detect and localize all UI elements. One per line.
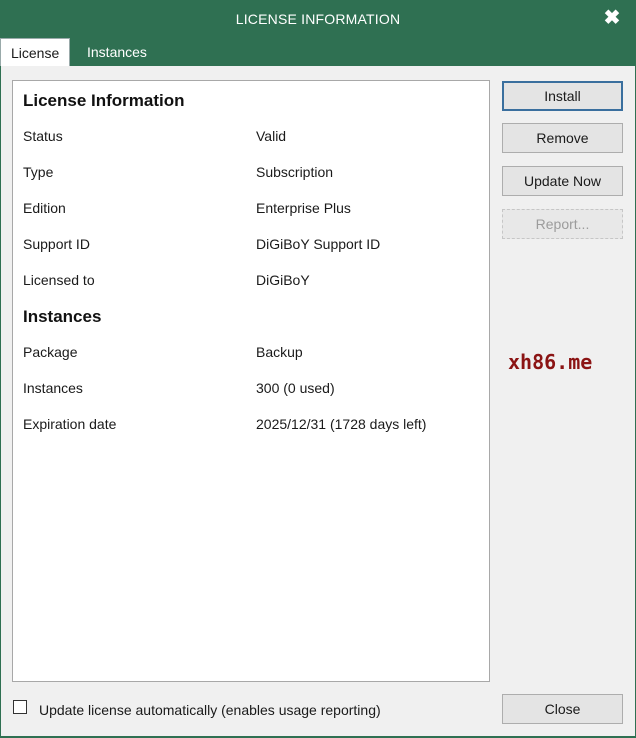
update-now-button[interactable]: Update Now bbox=[502, 166, 623, 196]
expiration-date-label: Expiration date bbox=[23, 416, 117, 432]
package-value: Backup bbox=[256, 344, 303, 360]
watermark-text: xh86.me bbox=[508, 350, 593, 374]
edition-value: Enterprise Plus bbox=[256, 200, 351, 216]
tab-strip: License Instances bbox=[0, 38, 636, 67]
dialog-body: License Information Status Valid Type Su… bbox=[0, 66, 636, 736]
close-icon[interactable]: ✖ bbox=[600, 6, 624, 30]
auto-update-checkbox[interactable] bbox=[13, 700, 27, 714]
status-value: Valid bbox=[256, 128, 287, 144]
close-button[interactable]: Close bbox=[502, 694, 623, 724]
auto-update-label[interactable]: Update license automatically (enables us… bbox=[39, 702, 381, 718]
instances-value: 300 (0 used) bbox=[256, 380, 335, 396]
instances-heading: Instances bbox=[23, 307, 102, 326]
remove-button[interactable]: Remove bbox=[502, 123, 623, 153]
license-details-panel: License Information Status Valid Type Su… bbox=[12, 80, 490, 682]
expiration-date-value: 2025/12/31 (1728 days left) bbox=[256, 416, 427, 432]
instances-label: Instances bbox=[23, 380, 83, 396]
package-label: Package bbox=[23, 344, 78, 360]
report-button: Report... bbox=[502, 209, 623, 239]
support-id-value: DiGiBoY Support ID bbox=[256, 236, 381, 252]
licensed-to-value: DiGiBoY bbox=[256, 272, 310, 288]
type-value: Subscription bbox=[256, 164, 334, 180]
licensed-to-label: Licensed to bbox=[23, 272, 95, 288]
install-button[interactable]: Install bbox=[502, 81, 623, 111]
window-title: LICENSE INFORMATION bbox=[235, 11, 401, 27]
title-bar: LICENSE INFORMATION ✖ bbox=[0, 0, 636, 38]
tab-instances[interactable]: Instances bbox=[77, 38, 157, 67]
status-label: Status bbox=[23, 128, 63, 144]
type-label: Type bbox=[23, 164, 54, 180]
edition-label: Edition bbox=[23, 200, 66, 216]
tab-license[interactable]: License bbox=[0, 38, 71, 67]
license-information-heading: License Information bbox=[23, 91, 185, 110]
support-id-label: Support ID bbox=[23, 236, 90, 252]
